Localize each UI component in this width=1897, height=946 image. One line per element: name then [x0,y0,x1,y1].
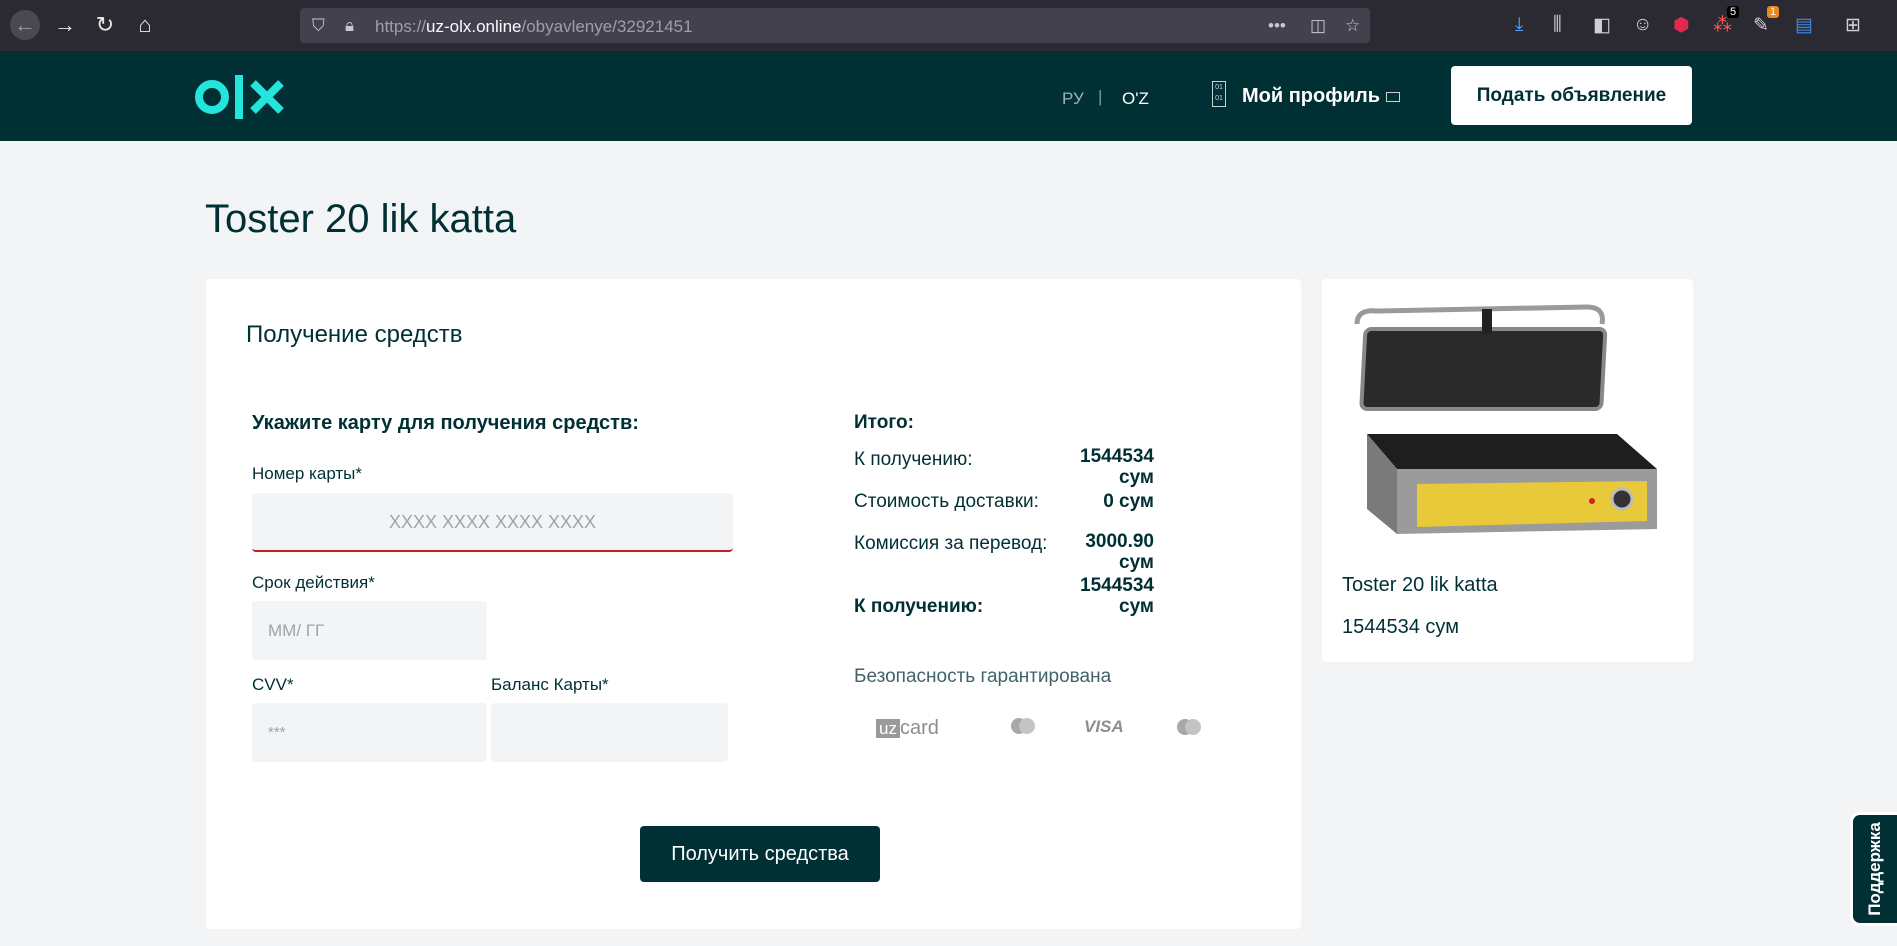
cvv-label: CVV* [252,675,294,694]
lock-icon[interactable]: 🔒︎ [345,16,354,36]
site-header: РУ | O'Z 01 01 Мой профиль Подать объявл… [0,51,1897,141]
card-title: Получение средств [246,321,463,348]
final-total-label: К получению: [854,596,984,617]
sidebar-icon[interactable]: ◧ [1593,14,1611,37]
expiry-input[interactable]: ММ/ ГГ [252,601,487,660]
back-icon[interactable]: ← [10,10,40,40]
mastercard-icon [1011,718,1035,734]
total-row-value: 1544534 сум [1080,446,1154,488]
extensions-menu-icon[interactable]: ⊞ [1845,14,1861,37]
reload-icon[interactable]: ↻ [90,10,120,40]
extension-lock-icon[interactable]: ⬢ [1673,14,1690,37]
product-card[interactable]: Toster 20 lik katta 1544534 сум [1322,279,1693,662]
page-title: Toster 20 lik katta [205,197,517,241]
totals-heading: Итого: [854,412,914,433]
home-icon[interactable]: ⌂ [130,10,160,40]
security-text: Безопасность гарантирована [854,666,1112,687]
shield-icon[interactable]: ⛉ [312,16,325,36]
support-tab[interactable]: Поддержка [1850,812,1897,926]
post-ad-button[interactable]: Подать объявление [1451,66,1692,125]
uzcard-uz: uz [876,719,900,738]
star-icon[interactable]: ☆ [1345,16,1360,36]
lang-uz-link[interactable]: O'Z [1122,89,1149,109]
total-row-value: 3000.90 сум [1085,531,1154,573]
url-text[interactable]: https://uz-olx.online/obyavlenye/3292145… [375,17,693,37]
lang-separator: | [1098,87,1103,106]
address-bar[interactable]: ⛉ 🔒︎ https://uz-olx.online/obyavlenye/32… [300,8,1370,43]
cvv-input[interactable]: *** [252,703,487,762]
extension-file-icon[interactable]: ▤ [1795,14,1813,37]
download-icon[interactable]: ⤓ [1515,14,1523,36]
balance-label: Баланс Карты* [491,675,609,694]
uzcard-card: card [899,717,939,739]
get-funds-button[interactable]: Получить средства [640,826,880,882]
extension-puzzle-icon[interactable]: ✎ [1753,14,1769,37]
olx-logo[interactable] [195,73,290,121]
total-row-label: Комиссия за перевод: [854,533,1048,554]
more-icon[interactable]: ••• [1268,16,1286,36]
lang-ru-link[interactable]: РУ [1062,89,1084,109]
expiry-label: Срок действия* [252,573,375,592]
forward-icon[interactable]: → [50,10,80,40]
profile-dropdown-icon[interactable] [1386,92,1400,102]
product-price: 1544534 сум [1342,616,1459,638]
section-label: Укажите карту для получения средств: [252,412,639,434]
library-icon[interactable]: ⫼ [1553,14,1562,36]
total-row-label: Стоимость доставки: [854,491,1039,512]
product-title[interactable]: Toster 20 lik katta [1342,574,1498,597]
payout-card: Получение средств Укажите карту для полу… [206,279,1301,929]
balance-input[interactable] [491,703,728,762]
card-number-label: Номер карты* [252,464,363,483]
extension-badge: 1 [1767,6,1780,18]
my-profile-link[interactable]: Мой профиль [1242,85,1380,108]
total-row-label: К получению: [854,449,973,470]
browser-toolbar: ← → ↻ ⌂ ⛉ 🔒︎ https://uz-olx.online/obyav… [0,0,1897,51]
profile-icon[interactable]: 01 01 [1212,81,1226,107]
product-image[interactable] [1347,299,1667,554]
maestro-icon [1177,719,1201,735]
account-icon[interactable]: ☺ [1633,14,1652,36]
support-label: Поддержка [1865,822,1884,916]
pocket-icon[interactable]: ◫ [1310,16,1326,36]
total-row-value: 0 сум [1103,491,1154,512]
final-total-value: 1544534 сум [1080,575,1154,617]
extension-badge: 5 [1727,6,1740,18]
uzcard-logo: uz card [876,717,939,740]
visa-logo: VISA [1084,717,1124,736]
card-number-input[interactable]: XXXX XXXX XXXX XXXX [252,493,733,552]
